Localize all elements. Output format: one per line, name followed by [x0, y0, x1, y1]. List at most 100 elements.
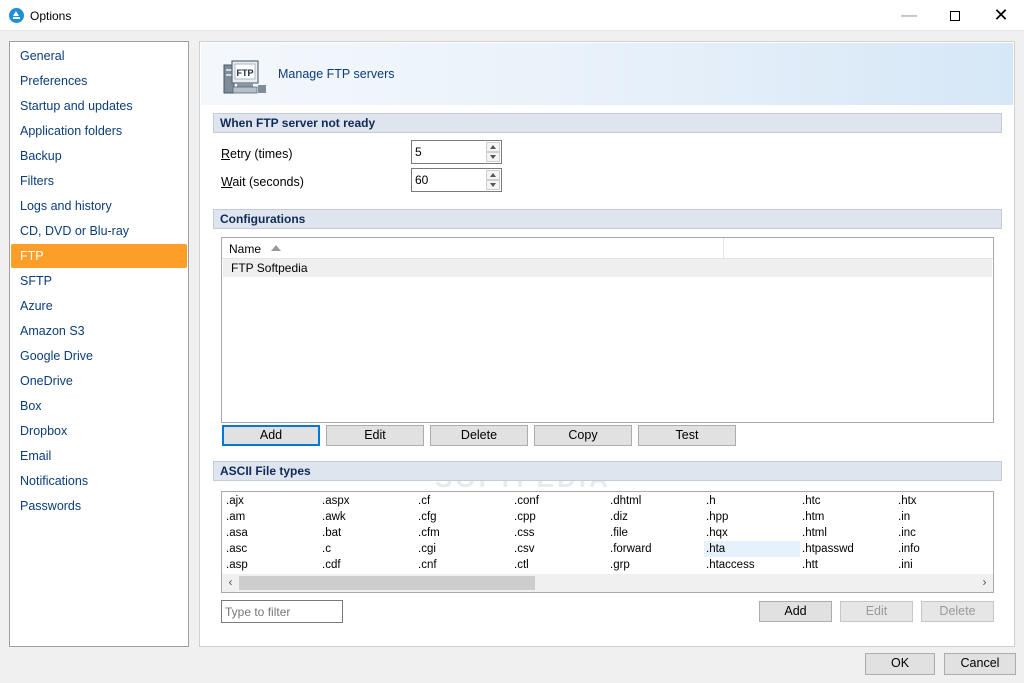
filter-input[interactable]	[223, 602, 341, 621]
retry-up-icon[interactable]	[486, 142, 500, 152]
ascii-type-item[interactable]: .file	[608, 525, 704, 541]
filter-field[interactable]	[221, 600, 343, 623]
retry-input[interactable]	[413, 142, 485, 162]
column-name[interactable]: Name	[229, 242, 261, 256]
ascii-type-item[interactable]: .diz	[608, 509, 704, 525]
nav-item-google-drive[interactable]: Google Drive	[11, 344, 187, 368]
retry-spin-buttons	[486, 142, 500, 162]
wait-input[interactable]	[413, 170, 485, 190]
wait-stepper[interactable]	[411, 168, 502, 192]
ascii-type-item[interactable]: .aspx	[320, 493, 416, 509]
ascii-type-item[interactable]: .html	[800, 525, 896, 541]
ascii-type-item[interactable]: .cfm	[416, 525, 512, 541]
ascii-type-item[interactable]: .csv	[512, 541, 608, 557]
ascii-type-item[interactable]: .cdf	[320, 557, 416, 573]
sort-ascending-icon	[271, 245, 281, 251]
nav-item-amazon-s3[interactable]: Amazon S3	[11, 319, 187, 343]
config-test-button[interactable]: Test	[638, 425, 736, 446]
wait-down-icon[interactable]	[486, 180, 500, 190]
ascii-type-item[interactable]: .inc	[896, 525, 992, 541]
nav-item-filters[interactable]: Filters	[11, 169, 187, 193]
nav-item-backup[interactable]: Backup	[11, 144, 187, 168]
scroll-thumb[interactable]	[239, 576, 535, 590]
retry-label: Retry (times)	[221, 147, 293, 161]
ascii-type-item[interactable]: .info	[896, 541, 992, 557]
ascii-type-item[interactable]: .ini	[896, 557, 992, 573]
table-row[interactable]: FTP Softpedia	[223, 259, 992, 277]
nav-item-email[interactable]: Email	[11, 444, 187, 468]
ascii-type-item[interactable]: .asp	[224, 557, 320, 573]
nav-item-startup-and-updates[interactable]: Startup and updates	[11, 94, 187, 118]
wait-up-icon[interactable]	[486, 170, 500, 180]
close-button[interactable]: ✕	[978, 0, 1024, 31]
ascii-type-item[interactable]: .ctl	[512, 557, 608, 573]
ascii-type-item[interactable]: .htt	[800, 557, 896, 573]
ascii-type-item[interactable]: .htx	[896, 493, 992, 509]
list-header[interactable]: Name	[222, 238, 993, 259]
nav-item-logs-and-history[interactable]: Logs and history	[11, 194, 187, 218]
ascii-type-item[interactable]: .asc	[224, 541, 320, 557]
ascii-type-item[interactable]: .c	[320, 541, 416, 557]
config-copy-button[interactable]: Copy	[534, 425, 632, 446]
ascii-type-item[interactable]: .cgi	[416, 541, 512, 557]
ascii-type-item[interactable]: .cnf	[416, 557, 512, 573]
ok-button[interactable]: OK	[865, 653, 935, 675]
nav-item-notifications[interactable]: Notifications	[11, 469, 187, 493]
scroll-right-icon[interactable]: ›	[976, 574, 993, 592]
minimize-button[interactable]: —	[886, 0, 932, 31]
ascii-type-item[interactable]: .ajx	[224, 493, 320, 509]
ascii-type-item[interactable]: .am	[224, 509, 320, 525]
ascii-type-item[interactable]: .bat	[320, 525, 416, 541]
maximize-icon	[950, 10, 960, 21]
scroll-left-icon[interactable]: ‹	[222, 574, 239, 592]
nav-item-sftp[interactable]: SFTP	[11, 269, 187, 293]
ascii-type-item[interactable]: .hqx	[704, 525, 800, 541]
retry-stepper[interactable]	[411, 140, 502, 164]
nav-item-azure[interactable]: Azure	[11, 294, 187, 318]
ascii-type-item[interactable]: .cf	[416, 493, 512, 509]
ascii-edit-button[interactable]: Edit	[840, 601, 913, 622]
ascii-type-item[interactable]: .htc	[800, 493, 896, 509]
ascii-type-item[interactable]: .dhtml	[608, 493, 704, 509]
ascii-type-item[interactable]: .cfg	[416, 509, 512, 525]
ascii-type-item[interactable]: .grp	[608, 557, 704, 573]
nav-item-onedrive[interactable]: OneDrive	[11, 369, 187, 393]
config-add-button[interactable]: Add	[222, 425, 320, 446]
ascii-type-item[interactable]: .htpasswd	[800, 541, 896, 557]
ascii-type-item[interactable]: .h	[704, 493, 800, 509]
configurations-list[interactable]: Name FTP Softpedia	[221, 237, 994, 423]
nav-item-box[interactable]: Box	[11, 394, 187, 418]
ascii-type-item[interactable]: .htaccess	[704, 557, 800, 573]
nav-item-preferences[interactable]: Preferences	[11, 69, 187, 93]
nav-item-dropbox[interactable]: Dropbox	[11, 419, 187, 443]
config-delete-button[interactable]: Delete	[430, 425, 528, 446]
ascii-add-button[interactable]: Add	[759, 601, 832, 622]
ascii-type-item[interactable]: .forward	[608, 541, 704, 557]
ascii-type-item[interactable]: .awk	[320, 509, 416, 525]
wait-spin-buttons	[486, 170, 500, 190]
column-separator[interactable]	[723, 238, 724, 259]
ascii-type-item[interactable]: .htm	[800, 509, 896, 525]
config-edit-button[interactable]: Edit	[326, 425, 424, 446]
ascii-type-item[interactable]: .in	[896, 509, 992, 525]
ascii-type-item[interactable]: .hta	[704, 541, 800, 557]
ascii-type-item[interactable]: .hpp	[704, 509, 800, 525]
ascii-type-item[interactable]: .conf	[512, 493, 608, 509]
section-ascii-types: ASCII File types	[213, 461, 1002, 481]
retry-down-icon[interactable]	[486, 152, 500, 162]
cancel-button[interactable]: Cancel	[944, 653, 1016, 675]
nav-item-passwords[interactable]: Passwords	[11, 494, 187, 518]
horizontal-scrollbar[interactable]: ‹ ›	[222, 574, 993, 592]
window-title: Options	[30, 9, 72, 23]
maximize-button[interactable]	[932, 0, 978, 31]
nav-item-ftp[interactable]: FTP	[11, 244, 187, 268]
ascii-delete-button[interactable]: Delete	[921, 601, 994, 622]
ascii-type-item[interactable]: .asa	[224, 525, 320, 541]
ftp-server-icon: FTP	[223, 60, 266, 94]
ascii-types-list[interactable]: ‹ › .ajx .am .asa .asc .asp .aspx .awk .bat .c .c…	[221, 491, 994, 593]
nav-item-application-folders[interactable]: Application folders	[11, 119, 187, 143]
ascii-type-item[interactable]: .cpp	[512, 509, 608, 525]
ascii-type-item[interactable]: .css	[512, 525, 608, 541]
nav-item-general[interactable]: General	[11, 44, 187, 68]
nav-item-cd-dvd-or-blu-ray[interactable]: CD, DVD or Blu-ray	[11, 219, 187, 243]
